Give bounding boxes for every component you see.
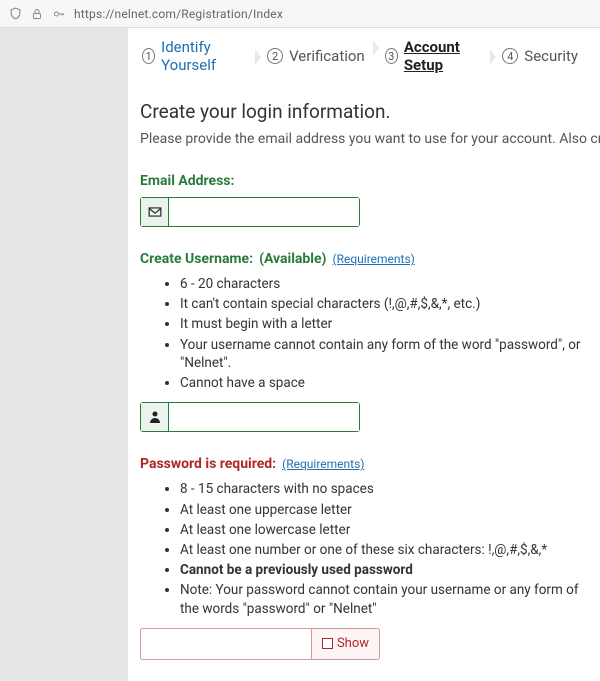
- step-label: Security: [524, 47, 578, 65]
- step-label: Verification: [289, 47, 365, 65]
- email-input[interactable]: [169, 198, 359, 226]
- requirement-item: 6 - 20 characters: [180, 275, 600, 293]
- password-label: Password is required: (Requirements): [140, 456, 600, 472]
- password-requirements-link[interactable]: (Requirements): [282, 457, 364, 471]
- requirement-item: Cannot be a previously used password: [180, 561, 600, 579]
- page-title: Create your login information.: [140, 100, 600, 123]
- password-show-toggle[interactable]: Show: [311, 628, 380, 660]
- step-identify[interactable]: 1 Identify Yourself: [136, 34, 261, 78]
- email-group: Email Address:: [140, 173, 600, 227]
- lock-icon: [30, 7, 44, 21]
- username-requirements-list: 6 - 20 characters It can't contain speci…: [140, 275, 600, 392]
- step-number: 2: [267, 48, 283, 64]
- requirement-item: It must begin with a letter: [180, 315, 600, 333]
- step-account-setup[interactable]: 3 Account Setup: [379, 34, 497, 78]
- password-requirements-list: 8 - 15 characters with no spaces At leas…: [140, 480, 600, 618]
- browser-address-bar: https://nelnet.com/Registration/Index: [0, 0, 600, 28]
- step-number: 3: [385, 48, 398, 64]
- step-label: Identify Yourself: [161, 38, 247, 74]
- step-security[interactable]: 4 Security: [496, 43, 592, 69]
- requirement-item: At least one number or one of these six …: [180, 541, 600, 559]
- step-number: 4: [502, 48, 518, 64]
- password-input-row: Show: [140, 628, 380, 660]
- requirement-item: At least one uppercase letter: [180, 501, 600, 519]
- url-text: https://nelnet.com/Registration/Index: [74, 7, 283, 21]
- username-label: Create Username: (Available) (Requiremen…: [140, 251, 600, 267]
- username-label-text: Create Username:: [140, 251, 253, 267]
- checkbox-icon: [322, 638, 333, 649]
- username-status: (Available): [259, 251, 326, 267]
- requirement-item: Note: Your password cannot contain your …: [180, 581, 600, 617]
- step-verification[interactable]: 2 Verification: [261, 43, 379, 69]
- requirement-item: Cannot have a space: [180, 374, 600, 392]
- page-subtitle: Please provide the email address you wan…: [140, 131, 600, 147]
- requirement-item: It can't contain special characters (!,@…: [180, 295, 600, 313]
- step-label: Account Setup: [404, 38, 482, 74]
- shield-icon: [8, 7, 22, 21]
- password-group: Password is required: (Requirements) 8 -…: [140, 456, 600, 660]
- username-input-row: [140, 402, 360, 432]
- requirement-item: At least one lowercase letter: [180, 521, 600, 539]
- show-label: Show: [337, 636, 369, 651]
- username-group: Create Username: (Available) (Requiremen…: [140, 251, 600, 432]
- stepper: 1 Identify Yourself 2 Verification 3 Acc…: [128, 28, 600, 86]
- key-icon: [52, 7, 66, 21]
- page-container: 1 Identify Yourself 2 Verification 3 Acc…: [128, 28, 600, 681]
- email-label: Email Address:: [140, 173, 600, 189]
- left-gutter: [0, 28, 128, 681]
- password-input[interactable]: [140, 628, 311, 660]
- requirement-item: 8 - 15 characters with no spaces: [180, 480, 600, 498]
- requirement-item: Your username cannot contain any form of…: [180, 336, 600, 372]
- envelope-icon: [141, 198, 169, 226]
- email-input-row: [140, 197, 360, 227]
- username-requirements-link[interactable]: (Requirements): [332, 252, 414, 266]
- password-label-text: Password is required:: [140, 456, 276, 472]
- user-icon: [141, 403, 169, 431]
- step-number: 1: [142, 48, 155, 64]
- username-input[interactable]: [169, 403, 359, 431]
